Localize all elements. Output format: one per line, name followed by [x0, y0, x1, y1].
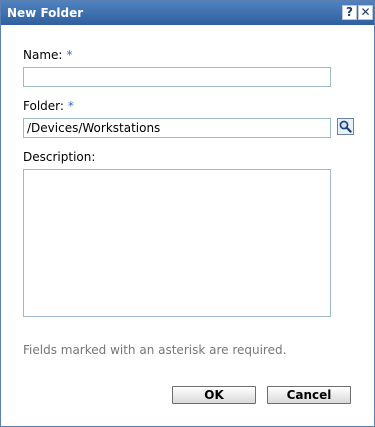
description-label: Description: — [23, 150, 96, 164]
dialog-title: New Folder — [7, 6, 84, 20]
help-icon: ? — [346, 5, 353, 19]
close-icon: ✕ — [360, 5, 371, 19]
name-field[interactable] — [23, 67, 331, 87]
folder-required-marker: * — [67, 99, 74, 113]
name-required-marker: * — [66, 48, 73, 62]
cancel-button[interactable]: Cancel — [267, 386, 351, 404]
name-label-text: Name: — [23, 48, 63, 62]
browse-folder-button[interactable] — [337, 118, 354, 135]
description-field[interactable] — [23, 169, 331, 317]
folder-field[interactable] — [23, 118, 331, 138]
dialog-titlebar: New Folder ? ✕ — [1, 1, 374, 25]
help-button[interactable]: ? — [342, 5, 357, 20]
ok-button[interactable]: OK — [172, 386, 256, 404]
magnifier-icon — [339, 120, 352, 133]
new-folder-dialog: New Folder ? ✕ Name:* Folder:* Descripti… — [0, 0, 375, 427]
folder-label: Folder: * — [23, 99, 74, 113]
folder-label-text: Folder: — [23, 99, 64, 113]
close-button[interactable]: ✕ — [358, 5, 373, 20]
name-label: Name: * — [23, 48, 72, 62]
required-fields-note: Fields marked with an asterisk are requi… — [23, 343, 287, 357]
